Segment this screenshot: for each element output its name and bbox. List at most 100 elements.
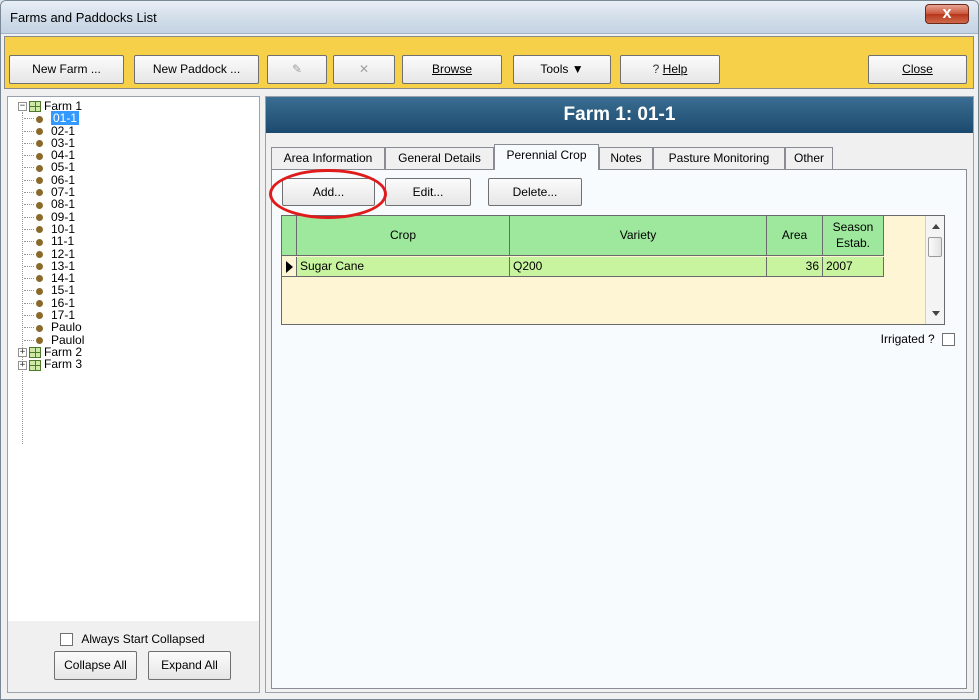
perennial-crop-panel: Add... Edit... Delete... Crop Variety Ar… (271, 169, 967, 689)
main-panel: Farm 1: 01-1 Area Information General De… (265, 96, 974, 693)
tree-connector (24, 192, 34, 194)
tab-notes[interactable]: Notes (599, 147, 653, 169)
cell-season[interactable]: 2007 (823, 257, 884, 277)
column-header-season[interactable]: Season Estab. (823, 216, 884, 256)
tree-panel: − Farm 1 01-1 02-1 03-1 04-1 05-1 06-1 07-1 08-1… (7, 96, 260, 693)
paddock-icon (36, 312, 43, 320)
tree-connector (24, 241, 34, 243)
tab-area-information[interactable]: Area Information (271, 147, 385, 169)
page-title: Farm 1: 01-1 (266, 97, 973, 133)
cross-icon: ✕ (358, 62, 370, 76)
paddock-icon (36, 275, 43, 283)
tree-connector (24, 130, 34, 132)
window-title: Farms and Paddocks List (10, 10, 157, 25)
paddock-icon (36, 152, 43, 160)
cell-variety[interactable]: Q200 (510, 257, 767, 277)
tree-connector (24, 253, 34, 255)
tab-pasture-monitoring[interactable]: Pasture Monitoring (653, 147, 785, 169)
tree-connector (24, 228, 34, 230)
paddock-icon (36, 214, 43, 221)
expand-icon[interactable]: + (18, 360, 27, 370)
new-farm-button[interactable]: New Farm ... (9, 55, 124, 84)
farm-icon (29, 359, 41, 371)
add-button[interactable]: Add... (282, 178, 375, 206)
expand-all-button[interactable]: Expand All (148, 651, 231, 680)
scroll-thumb[interactable] (928, 237, 942, 257)
window-close-button[interactable]: X (925, 4, 969, 24)
tools-menu-button[interactable]: Tools ▼ (513, 55, 611, 84)
paddock-icon (36, 164, 43, 172)
paddock-icon (36, 177, 43, 185)
grid-corner (282, 216, 297, 256)
tree-connector (24, 327, 34, 329)
farms-paddocks-window: Farms and Paddocks List X New Farm ... N… (0, 0, 979, 700)
new-paddock-button[interactable]: New Paddock ... (134, 55, 259, 84)
paddock-icon (36, 287, 43, 295)
paddock-icon (36, 127, 43, 135)
farm-tree: − Farm 1 01-1 02-1 03-1 04-1 05-1 06-1 07-1 08-1… (18, 100, 84, 444)
tab-general-details[interactable]: General Details (385, 147, 494, 169)
paddock-icon (36, 324, 43, 332)
farm-icon (29, 347, 41, 359)
tree-connector (24, 265, 34, 267)
help-button[interactable]: ? Help (620, 55, 720, 84)
crop-grid[interactable]: Crop Variety Area Season Estab. Sugar Ca… (281, 215, 945, 325)
farm-label: Farm 3 (44, 357, 83, 372)
tree-connector (24, 142, 34, 144)
farm-icon (29, 101, 41, 113)
scroll-up-icon[interactable] (932, 224, 940, 229)
tree-connector (24, 290, 34, 292)
tree-connector (24, 278, 34, 280)
pencil-icon: ✎ (291, 62, 303, 76)
paddock-icon (36, 226, 43, 234)
edit-disabled-button[interactable]: ✎ (267, 55, 327, 84)
always-collapsed-checkbox[interactable] (60, 633, 73, 647)
tree-connector (24, 339, 34, 341)
tab-other[interactable]: Other (785, 147, 833, 169)
paddock-list: 01-1 02-1 03-1 04-1 05-1 06-1 07-1 08-1 09-1 10-1… (18, 111, 84, 346)
tree-node-farm-3[interactable]: + Farm 3 (18, 357, 84, 372)
paddock-icon (36, 201, 43, 209)
paddock-icon (36, 263, 43, 271)
delete-disabled-button[interactable]: ✕ (333, 55, 395, 84)
tree-connector (24, 216, 34, 218)
toolbar: New Farm ... New Paddock ... ✎ ✕ Browse … (4, 36, 974, 89)
paddock-icon (36, 336, 43, 344)
irrigated-option[interactable]: Irrigated ? (880, 332, 955, 347)
delete-button[interactable]: Delete... (488, 178, 582, 206)
paddock-icon (36, 250, 43, 258)
close-label: Close (902, 62, 933, 76)
irrigated-checkbox[interactable] (942, 333, 955, 347)
browse-button[interactable]: Browse (402, 55, 502, 84)
scroll-down-icon[interactable] (932, 311, 940, 316)
tree-connector (24, 118, 34, 120)
expand-icon[interactable]: + (18, 348, 27, 358)
collapse-all-button[interactable]: Collapse All (54, 651, 137, 680)
paddock-icon (36, 189, 43, 197)
always-collapsed-label: Always Start Collapsed (81, 632, 205, 646)
tree-connector (24, 315, 34, 317)
tree-connector (24, 302, 34, 304)
tree-connector (24, 155, 34, 157)
paddock-icon (36, 300, 43, 308)
cell-crop[interactable]: Sugar Cane (297, 257, 510, 277)
paddock-icon (36, 115, 43, 123)
cell-area[interactable]: 36 (767, 257, 823, 277)
grid-scrollbar[interactable] (925, 216, 944, 324)
paddock-icon (36, 238, 43, 246)
column-header-variety[interactable]: Variety (510, 216, 767, 256)
always-collapsed-option[interactable]: Always Start Collapsed (60, 632, 205, 647)
collapse-icon[interactable]: − (18, 102, 27, 112)
column-header-crop[interactable]: Crop (297, 216, 510, 256)
paddock-icon (36, 140, 43, 148)
tree-connector (24, 179, 34, 181)
edit-button[interactable]: Edit... (385, 178, 471, 206)
close-button[interactable]: Close (868, 55, 967, 84)
column-header-area[interactable]: Area (767, 216, 823, 256)
tree-connector (24, 204, 34, 206)
irrigated-label: Irrigated ? (880, 332, 935, 346)
title-bar: Farms and Paddocks List X (1, 1, 978, 34)
tab-perennial-crop[interactable]: Perennial Crop (494, 144, 599, 170)
tree-connector (24, 167, 34, 169)
browse-label: Browse (431, 62, 472, 76)
